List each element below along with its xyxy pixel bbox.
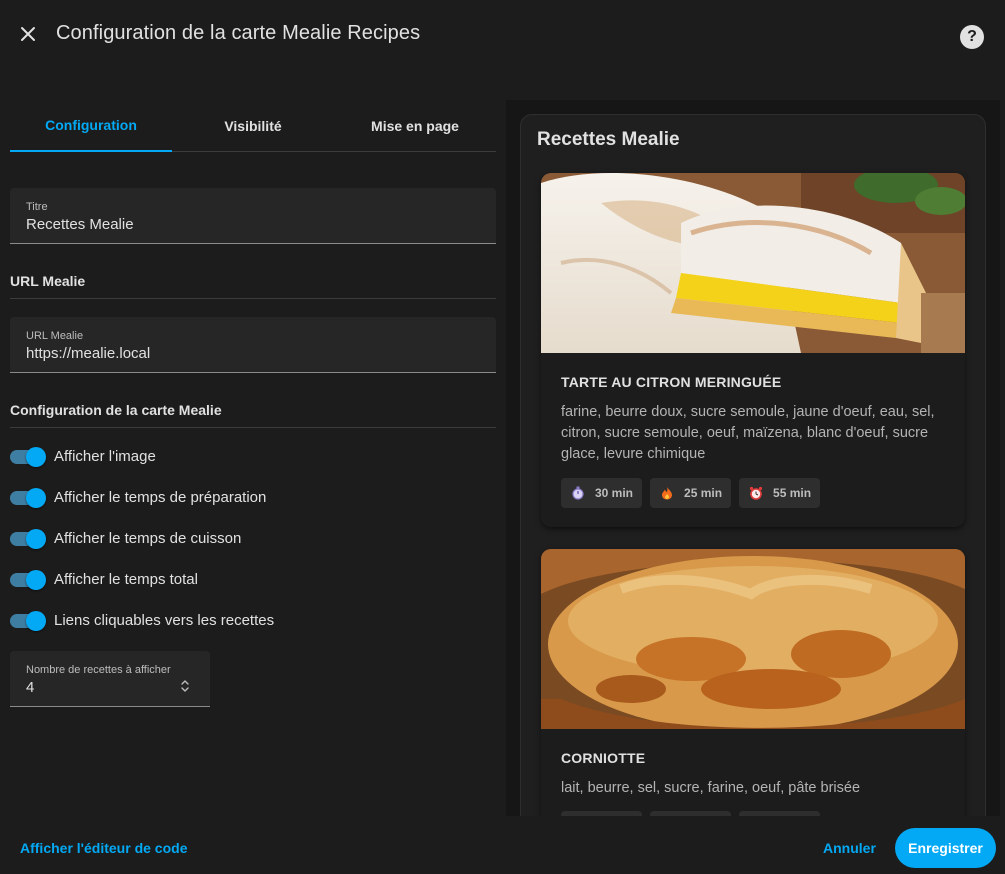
recipe-ingredients: farine, beurre doux, sucre semoule, jaun… bbox=[561, 404, 935, 462]
recipe-count-label: Nombre de recettes à afficher bbox=[26, 664, 171, 676]
recipe-times: 30 min 25 min 55 min bbox=[561, 478, 821, 508]
recipe-name: TARTE AU CITRON MERINGUÉE bbox=[561, 374, 782, 390]
url-field[interactable]: URL Mealie https://mealie.local bbox=[10, 317, 496, 373]
switch-row-show-image: Afficher l'image bbox=[10, 436, 496, 477]
url-field-label: URL Mealie bbox=[26, 330, 84, 342]
card-config-dialog: Configuration de la carte Mealie Recipes… bbox=[0, 0, 1005, 874]
recipe-image bbox=[541, 173, 965, 353]
total-time-value: 55 min bbox=[773, 486, 812, 500]
show-image-toggle[interactable] bbox=[10, 446, 46, 467]
help-icon: ? bbox=[967, 28, 977, 45]
switch-row-clickable-links: Liens cliquables vers les recettes bbox=[10, 600, 496, 641]
switch-row-total-time: Afficher le temps total bbox=[10, 559, 496, 600]
close-icon bbox=[19, 25, 37, 48]
recipe-item[interactable]: CORNIOTTE lait, beurre, sel, sucre, fari… bbox=[541, 549, 965, 816]
switch-label: Afficher l'image bbox=[54, 448, 156, 465]
mealie-card: Recettes Mealie TARTE AU CITRON MERINGUÉ… bbox=[520, 114, 986, 816]
switch-list: Afficher l'image Afficher le temps de pr… bbox=[10, 436, 496, 641]
editor-tabs: Configuration Visibilité Mise en page bbox=[10, 100, 496, 152]
switch-row-cook-time: Afficher le temps de cuisson bbox=[10, 518, 496, 559]
cook-time-toggle[interactable] bbox=[10, 528, 46, 549]
fire-icon bbox=[660, 486, 674, 500]
recipe-image bbox=[541, 549, 965, 729]
cook-time-value: 25 min bbox=[684, 486, 723, 500]
card-config-section-title: Configuration de la carte Mealie bbox=[10, 402, 496, 428]
switch-label: Afficher le temps total bbox=[54, 571, 198, 588]
dialog-title: Configuration de la carte Mealie Recipes bbox=[56, 22, 421, 44]
show-code-editor-button[interactable]: Afficher l'éditeur de code bbox=[20, 840, 187, 856]
dialog-header: Configuration de la carte Mealie Recipes… bbox=[0, 0, 1005, 72]
stepper-icon[interactable] bbox=[180, 678, 190, 694]
card-title: Recettes Mealie bbox=[537, 129, 680, 150]
prep-time-toggle[interactable] bbox=[10, 487, 46, 508]
title-field[interactable]: Titre Recettes Mealie bbox=[10, 188, 496, 244]
recipe-item[interactable]: TARTE AU CITRON MERINGUÉE farine, beurre… bbox=[541, 173, 965, 527]
card-editor: Configuration Visibilité Mise en page Ti… bbox=[10, 100, 496, 707]
total-time-toggle[interactable] bbox=[10, 569, 46, 590]
tab-visibility[interactable]: Visibilité bbox=[172, 100, 334, 151]
url-field-value[interactable]: https://mealie.local bbox=[26, 345, 466, 362]
close-button[interactable] bbox=[14, 22, 42, 50]
card-preview: Recettes Mealie TARTE AU CITRON MERINGUÉ… bbox=[506, 100, 1000, 816]
recipe-count-value[interactable]: 4 bbox=[26, 679, 34, 696]
switch-label: Afficher le temps de cuisson bbox=[54, 530, 242, 547]
tab-configuration[interactable]: Configuration bbox=[10, 100, 172, 152]
dialog-footer: Afficher l'éditeur de code Annuler Enreg… bbox=[0, 816, 1005, 874]
switch-label: Afficher le temps de préparation bbox=[54, 489, 267, 506]
clickable-links-toggle[interactable] bbox=[10, 610, 46, 631]
url-section-title: URL Mealie bbox=[10, 273, 496, 299]
cook-time-chip: 25 min bbox=[650, 478, 732, 508]
prep-time-value: 30 min bbox=[595, 486, 634, 500]
help-button[interactable]: ? bbox=[960, 25, 984, 49]
switch-row-prep-time: Afficher le temps de préparation bbox=[10, 477, 496, 518]
switch-label: Liens cliquables vers les recettes bbox=[54, 612, 275, 629]
prep-time-chip: 30 min bbox=[561, 478, 643, 508]
title-field-label: Titre bbox=[26, 201, 48, 213]
alarm-clock-icon bbox=[749, 486, 763, 500]
recipe-ingredients: lait, beurre, sel, sucre, farine, oeuf, … bbox=[561, 780, 861, 796]
tab-layout[interactable]: Mise en page bbox=[334, 100, 496, 151]
recipe-name: CORNIOTTE bbox=[561, 750, 646, 766]
cancel-button[interactable]: Annuler bbox=[823, 840, 876, 856]
title-field-value[interactable]: Recettes Mealie bbox=[26, 216, 466, 233]
save-button[interactable]: Enregistrer bbox=[895, 828, 996, 868]
recipe-count-field[interactable]: Nombre de recettes à afficher 4 bbox=[10, 651, 210, 707]
total-time-chip: 55 min bbox=[739, 478, 821, 508]
timer-icon bbox=[571, 486, 585, 500]
